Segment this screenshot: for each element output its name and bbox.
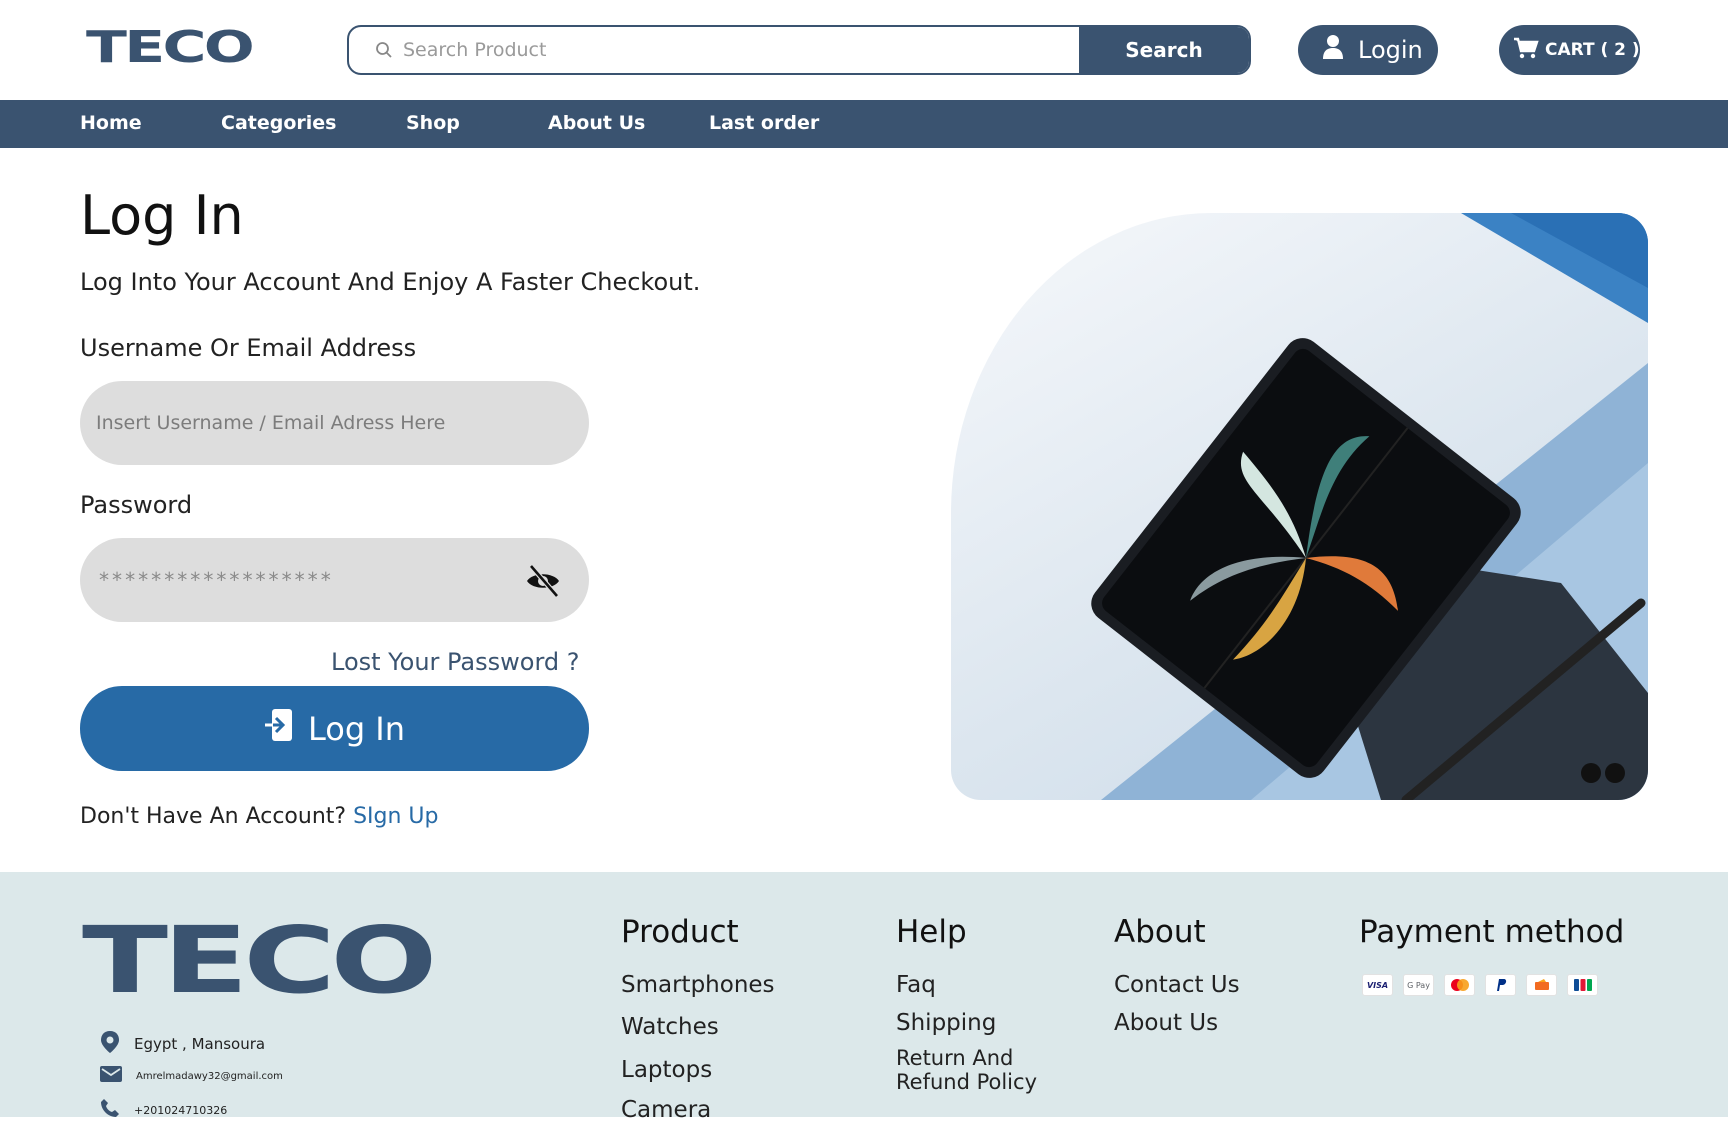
nav-item-about-us[interactable]: About Us (548, 112, 645, 134)
nav-item-home[interactable]: Home (80, 112, 142, 134)
footer-email[interactable]: Amrelmadawy32@gmail.com (100, 1066, 283, 1086)
password-label: Password (80, 491, 193, 519)
search-bar: Search (347, 25, 1251, 75)
signup-row: Don't Have An Account? SIgn Up (80, 804, 439, 829)
user-icon (1322, 34, 1344, 66)
footer-address: Egypt , Mansoura (100, 1030, 265, 1058)
footer-phone-text: +201024710326 (134, 1103, 228, 1117)
nav-item-shop[interactable]: Shop (406, 112, 460, 134)
footer-address-text: Egypt , Mansoura (134, 1035, 266, 1053)
footer-link-watches[interactable]: Watches (621, 1014, 719, 1040)
header-login-label: Login (1358, 36, 1423, 64)
phone-icon (100, 1098, 120, 1122)
no-account-text: Don't Have An Account? (80, 804, 347, 829)
password-mask: ****************** (98, 568, 333, 592)
password-field[interactable]: ****************** (80, 538, 589, 622)
footer: TECO Egypt , Mansoura Amrelmadawy32@gmai… (0, 872, 1728, 1123)
jcb-icon (1567, 974, 1598, 996)
paypal-icon (1485, 974, 1516, 996)
footer-link-refund-policy[interactable]: Refund Policy (896, 1070, 1037, 1094)
footer-link-camera[interactable]: Camera (621, 1097, 711, 1123)
footer-link-about-us[interactable]: About Us (1114, 1010, 1218, 1036)
footer-link-return[interactable]: Return And (896, 1046, 1013, 1070)
card-icon (1526, 974, 1557, 996)
search-input[interactable] (403, 27, 1063, 73)
mail-icon (100, 1066, 122, 1086)
footer-link-faq[interactable]: Faq (896, 972, 936, 998)
username-field-wrapper (80, 381, 589, 465)
gpay-label: G Pay (1407, 980, 1430, 990)
lost-password-link[interactable]: Lost Your Password ? (331, 648, 580, 676)
visa-label: VISA (1366, 980, 1389, 990)
header: TECO Search Login CART ( 2 ) (0, 0, 1728, 100)
footer-link-shipping[interactable]: Shipping (896, 1010, 996, 1036)
page-subtitle: Log Into Your Account And Enjoy A Faster… (80, 268, 701, 296)
location-pin-icon (100, 1030, 120, 1058)
header-login-button[interactable]: Login (1298, 25, 1438, 75)
username-input[interactable] (96, 381, 516, 465)
payment-methods: VISA G Pay (1362, 974, 1598, 996)
mastercard-icon (1444, 974, 1475, 996)
login-submit-button[interactable]: Log In (80, 686, 589, 771)
eye-off-icon[interactable] (523, 560, 563, 604)
footer-link-smartphones[interactable]: Smartphones (621, 972, 775, 998)
footer-payment-title: Payment method (1359, 914, 1625, 950)
svg-text:TECO: TECO (86, 26, 253, 66)
footer-logo[interactable]: TECO (82, 907, 436, 1014)
footer-link-laptops[interactable]: Laptops (621, 1057, 712, 1083)
page-title: Log In (80, 184, 244, 247)
footer-about-title: About (1114, 914, 1206, 950)
login-submit-label: Log In (307, 709, 406, 748)
svg-text:TECO: TECO (82, 918, 432, 998)
footer-email-text: Amrelmadawy32@gmail.com (136, 1070, 283, 1082)
gpay-icon: G Pay (1403, 974, 1434, 996)
brand-logo[interactable]: TECO (86, 22, 255, 73)
visa-icon: VISA (1362, 974, 1393, 996)
login-enter-icon (264, 707, 294, 751)
cart-button[interactable]: CART ( 2 ) (1499, 25, 1640, 75)
nav-item-categories[interactable]: Categories (221, 112, 336, 134)
footer-product-title: Product (621, 914, 739, 950)
main-nav: Home Categories Shop About Us Last order (0, 100, 1728, 148)
hero-phone-image (951, 213, 1648, 800)
nav-item-last-order[interactable]: Last order (709, 112, 819, 134)
search-button[interactable]: Search (1079, 27, 1249, 73)
footer-link-contact-us[interactable]: Contact Us (1114, 972, 1240, 998)
cart-icon (1513, 37, 1539, 64)
cart-label: CART ( 2 ) (1545, 40, 1640, 60)
search-icon (375, 41, 393, 63)
signup-link[interactable]: SIgn Up (353, 804, 438, 829)
footer-phone[interactable]: +201024710326 (100, 1098, 227, 1122)
footer-help-title: Help (896, 914, 967, 950)
username-label: Username Or Email Address (80, 334, 417, 362)
